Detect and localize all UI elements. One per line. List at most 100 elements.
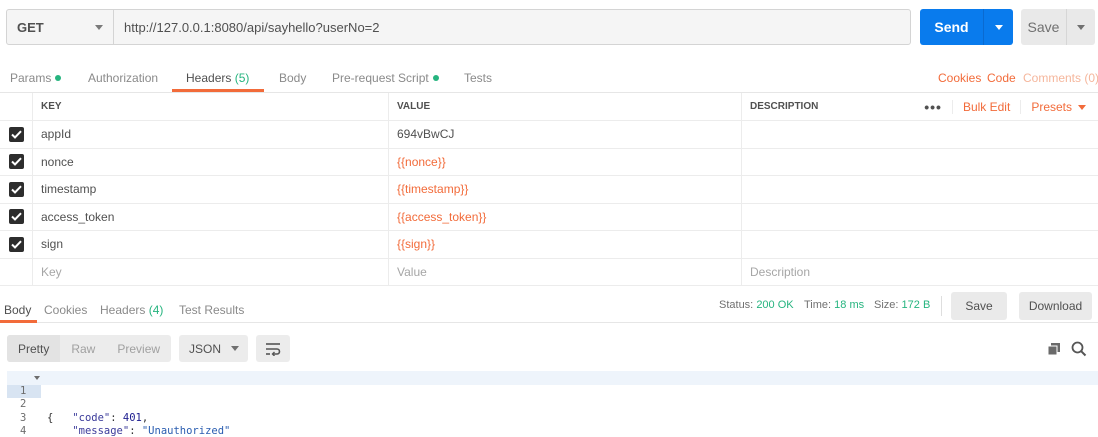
- response-toolbar: Pretty Raw Preview JSON: [7, 335, 291, 362]
- tab-response-cookies[interactable]: Cookies: [44, 303, 87, 317]
- row-checkbox[interactable]: [8, 126, 24, 142]
- header-key[interactable]: timestamp: [32, 176, 388, 203]
- presets-dropdown[interactable]: Presets: [1020, 100, 1098, 114]
- new-key-input[interactable]: Key: [32, 258, 388, 285]
- chevron-down-icon: [231, 346, 240, 351]
- status-dot-icon: [432, 75, 439, 81]
- more-options-icon[interactable]: •••: [914, 99, 952, 115]
- table-actions: ••• Bulk Edit Presets: [914, 93, 1098, 121]
- column-key: KEY: [32, 93, 388, 120]
- save-response-button[interactable]: Save: [951, 292, 1007, 320]
- chevron-down-icon: [95, 25, 103, 30]
- header-description[interactable]: [741, 203, 1098, 230]
- header-description[interactable]: [741, 231, 1098, 258]
- headers-count: (5): [234, 71, 250, 85]
- header-description[interactable]: [741, 148, 1098, 175]
- checkmark-icon: [10, 130, 22, 139]
- header-value[interactable]: {{sign}}: [388, 231, 741, 258]
- checkmark-icon: [10, 157, 22, 167]
- table-row: nonce {{nonce}}: [0, 148, 1098, 176]
- headers-table: KEY VALUE DESCRIPTION ••• Bulk Edit Pres…: [0, 93, 1098, 286]
- format-label: JSON: [189, 341, 222, 356]
- request-tabs: Params Authorization Headers (5) Body Pr…: [0, 62, 1098, 93]
- status-value: 200 OK: [756, 299, 794, 311]
- tab-prerequest-script[interactable]: Pre-request Script: [332, 71, 439, 85]
- status-meta: Status: 200 OK: [719, 299, 794, 311]
- save-dropdown[interactable]: [1067, 24, 1095, 30]
- chevron-down-icon: [1077, 24, 1085, 30]
- save-button[interactable]: Save: [1021, 9, 1095, 45]
- size-meta: Size: 172 B: [874, 299, 931, 311]
- cookies-link[interactable]: Cookies: [938, 71, 981, 85]
- active-tab-indicator: [172, 89, 264, 92]
- new-description-input[interactable]: Description: [741, 258, 1098, 285]
- tab-authorization[interactable]: Authorization: [88, 71, 158, 85]
- row-checkbox[interactable]: [8, 236, 24, 252]
- method-select[interactable]: GET: [7, 10, 114, 44]
- checkmark-icon: [10, 212, 22, 222]
- method-label: GET: [17, 19, 44, 35]
- new-value-input[interactable]: Value: [388, 258, 741, 285]
- checkmark-icon: [10, 240, 22, 249]
- format-select[interactable]: JSON: [179, 335, 249, 362]
- wrap-icon: [266, 342, 281, 356]
- column-value: VALUE: [388, 93, 741, 120]
- active-tab-indicator: [0, 320, 37, 323]
- header-key[interactable]: nonce: [32, 148, 388, 175]
- tab-response-headers[interactable]: Headers (4): [100, 303, 163, 317]
- line-number: 4: [20, 425, 27, 437]
- tab-response-body[interactable]: Body: [4, 303, 31, 317]
- tab-params[interactable]: Params: [10, 71, 62, 85]
- request-bar: GET: [6, 9, 911, 45]
- response-tabs: Body Cookies Headers (4) Test Results St…: [0, 292, 1098, 323]
- download-button[interactable]: Download: [1019, 292, 1092, 320]
- header-value[interactable]: {{timestamp}}: [388, 176, 741, 203]
- header-value[interactable]: {{nonce}}: [388, 148, 741, 175]
- code-line: 4 }: [7, 412, 1098, 437]
- code-line: 1 {: [7, 371, 1098, 424]
- chevron-down-icon: [994, 24, 1003, 30]
- header-key[interactable]: sign: [32, 231, 388, 258]
- table-row: sign {{sign}}: [0, 231, 1098, 259]
- save-label: Save: [1027, 19, 1060, 35]
- tab-test-results[interactable]: Test Results: [179, 303, 244, 317]
- table-row: appId 694vBwCJ: [0, 121, 1098, 149]
- row-checkbox[interactable]: [8, 154, 24, 170]
- send-button[interactable]: Send: [920, 9, 1013, 45]
- send-label: Send: [934, 19, 969, 35]
- tab-tests[interactable]: Tests: [464, 71, 492, 85]
- header-value[interactable]: {{access_token}}: [388, 203, 741, 230]
- code-line: 2 "code": 401,: [7, 385, 1098, 424]
- time-meta: Time: 18 ms: [804, 299, 865, 311]
- url-input[interactable]: [114, 10, 910, 44]
- table-header: KEY VALUE DESCRIPTION ••• Bulk Edit Pres…: [0, 93, 1098, 121]
- raw-button[interactable]: Raw: [60, 335, 106, 362]
- table-row: access_token {{access_token}}: [0, 203, 1098, 231]
- bulk-edit-link[interactable]: Bulk Edit: [951, 100, 1020, 114]
- wrap-lines-button[interactable]: [256, 335, 291, 362]
- send-dropdown[interactable]: [984, 24, 1013, 30]
- tab-body[interactable]: Body: [279, 71, 306, 85]
- header-key[interactable]: appId: [32, 121, 388, 148]
- pretty-button[interactable]: Pretty: [7, 335, 61, 362]
- search-icon[interactable]: [1071, 341, 1087, 360]
- preview-button[interactable]: Preview: [106, 335, 171, 362]
- time-value: 18 ms: [834, 299, 865, 311]
- size-value: 172 B: [901, 299, 931, 311]
- row-checkbox[interactable]: [8, 209, 24, 225]
- header-value[interactable]: 694vBwCJ: [388, 121, 741, 148]
- tab-headers[interactable]: Headers (5): [186, 71, 249, 85]
- header-description[interactable]: [741, 121, 1098, 148]
- header-description[interactable]: [741, 176, 1098, 203]
- response-body-viewer[interactable]: 1 { 2 "code": 401, 3 "message": "Unautho…: [7, 371, 1098, 437]
- fold-toggle-icon[interactable]: [34, 376, 40, 380]
- row-checkbox[interactable]: [8, 181, 24, 197]
- comments-link[interactable]: Comments (0): [1023, 71, 1098, 85]
- divider: [941, 296, 942, 316]
- code-link[interactable]: Code: [987, 71, 1016, 85]
- status-dot-icon: [55, 75, 62, 81]
- header-key[interactable]: access_token: [32, 203, 388, 230]
- table-row: timestamp {{timestamp}}: [0, 176, 1098, 204]
- copy-icon[interactable]: [1047, 342, 1061, 359]
- code-line: 3 "message": "Unauthorized": [7, 398, 1098, 437]
